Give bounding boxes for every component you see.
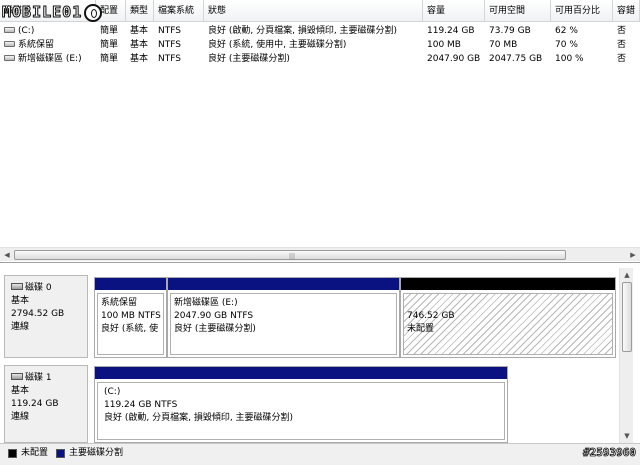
partition-c-drive[interactable]: (C:) 119.24 GB NTFS 良好 (啟動, 分頁檔案, 損毀傾印, … <box>94 366 508 443</box>
grip-icon: ||| <box>289 253 296 260</box>
partition-name: (C:) <box>104 387 121 397</box>
volume-fault-tolerance: 否 <box>617 40 627 50</box>
disk-state: 連線 <box>11 412 30 422</box>
volume-fault-tolerance: 否 <box>617 54 627 64</box>
volume-free-percent: 62 % <box>555 26 578 36</box>
partition-name: 系統保留 <box>101 298 138 308</box>
partition-system-reserved[interactable]: 系統保留 100 MB NTFS 良好 (系統, 使 <box>94 277 167 358</box>
disk-icon <box>11 373 23 380</box>
vertical-scroll-thumb[interactable] <box>622 282 632 352</box>
partition-type-bar <box>95 278 166 290</box>
partition-status: 未配置 <box>407 324 435 334</box>
partition-size: 746.52 GB <box>407 311 455 321</box>
horizontal-scrollbar[interactable]: ◀ ||| ▶ <box>0 247 640 261</box>
column-header-fault-tolerance[interactable]: 容錯 <box>613 0 640 22</box>
volume-free-percent: 100 % <box>555 54 584 64</box>
disk-kind: 基本 <box>11 296 30 306</box>
volume-name: 系統保留 <box>18 40 55 50</box>
volume-filesystem: NTFS <box>158 26 181 36</box>
volume-capacity: 100 MB <box>427 40 461 50</box>
volume-list-pane: MOBILE01 磁碟區 配置 類型 檔案系統 狀態 容量 可用空間 可用百分比… <box>0 0 640 263</box>
disk-0-label[interactable]: 磁碟 0 基本 2794.52 GB 連線 <box>4 275 88 358</box>
disk-kind: 基本 <box>11 386 30 396</box>
legend-label-primary: 主要磁碟分割 <box>69 448 124 458</box>
volume-status: 良好 (啟動, 分頁檔案, 損毀傾印, 主要磁碟分割) <box>208 26 398 36</box>
volume-name: (C:) <box>18 26 35 36</box>
disk-name: 磁碟 1 <box>25 373 52 383</box>
partition-status: 良好 (啟動, 分頁檔案, 損毀傾印, 主要磁碟分割) <box>104 413 294 423</box>
volume-type: 基本 <box>130 40 149 50</box>
vertical-scrollbar[interactable]: ▲ ▼ <box>619 268 633 443</box>
partition-status: 良好 (主要磁碟分割) <box>174 324 256 334</box>
table-row[interactable]: (C:) 簡單 基本 NTFS 良好 (啟動, 分頁檔案, 損毀傾印, 主要磁碟… <box>0 24 640 38</box>
column-header-status[interactable]: 狀態 <box>204 0 423 22</box>
column-header-free-percent[interactable]: 可用百分比 <box>551 0 613 22</box>
partition-new-volume-e[interactable]: 新增磁碟區 (E:) 2047.90 GB NTFS 良好 (主要磁碟分割) <box>167 277 400 358</box>
horizontal-scroll-thumb[interactable]: ||| <box>14 250 566 260</box>
disk-1-label[interactable]: 磁碟 1 基本 119.24 GB 連線 <box>4 365 88 443</box>
volume-layout: 簡單 <box>100 54 119 64</box>
table-row[interactable]: 系統保留 簡單 基本 NTFS 良好 (系統, 使用中, 主要磁碟分割) 100… <box>0 38 640 52</box>
volume-layout: 簡單 <box>100 40 119 50</box>
volume-free-space: 73.79 GB <box>489 26 531 36</box>
mobile01-logo-icon <box>84 3 103 22</box>
legend-bar: 未配置 主要磁碟分割 #2593960 <box>0 443 640 465</box>
volume-status: 良好 (主要磁碟分割) <box>208 54 290 64</box>
column-header-free-space[interactable]: 可用空間 <box>485 0 551 22</box>
partition-type-bar <box>95 367 507 379</box>
scroll-right-arrow-icon[interactable]: ▶ <box>626 248 640 262</box>
partition-status: 良好 (系統, 使 <box>101 324 159 334</box>
disk-size: 119.24 GB <box>11 399 59 409</box>
column-header-capacity[interactable]: 容量 <box>423 0 485 22</box>
drive-icon <box>4 54 15 61</box>
volume-layout: 簡單 <box>100 26 119 36</box>
scroll-up-arrow-icon[interactable]: ▲ <box>620 268 634 282</box>
partition-type-bar <box>401 278 615 290</box>
scroll-left-arrow-icon[interactable]: ◀ <box>0 248 14 262</box>
disk-map-pane: 磁碟 0 基本 2794.52 GB 連線 系統保留 100 MB NTFS 良… <box>0 265 640 443</box>
watermark-stamp: #2593960 <box>583 446 637 460</box>
disk-name: 磁碟 0 <box>25 283 52 293</box>
scroll-down-arrow-icon[interactable]: ▼ <box>620 429 634 443</box>
table-row[interactable]: 新增磁碟區 (E:) 簡單 基本 NTFS 良好 (主要磁碟分割) 2047.9… <box>0 52 640 66</box>
legend-swatch-primary <box>56 449 65 458</box>
volume-name: 新增磁碟區 (E:) <box>18 54 82 64</box>
disk-state: 連線 <box>11 322 30 332</box>
volume-free-percent: 70 % <box>555 40 578 50</box>
partition-type-bar <box>168 278 399 290</box>
volume-type: 基本 <box>130 26 149 36</box>
volume-fault-tolerance: 否 <box>617 26 627 36</box>
volume-type: 基本 <box>130 54 149 64</box>
legend-swatch-unallocated <box>8 449 17 458</box>
volume-capacity: 119.24 GB <box>427 26 475 36</box>
column-header-type[interactable]: 類型 <box>126 0 154 22</box>
disk-size: 2794.52 GB <box>11 309 65 319</box>
legend-label-unallocated: 未配置 <box>21 448 49 458</box>
partition-unallocated[interactable]: 746.52 GB 未配置 <box>400 277 616 358</box>
partition-size: 119.24 GB NTFS <box>104 400 178 410</box>
watermark-logo: MOBILE01 <box>1 3 103 22</box>
disk-icon <box>11 283 23 290</box>
partition-size: 100 MB NTFS <box>101 311 161 321</box>
partition-size: 2047.90 GB NTFS <box>174 311 254 321</box>
volume-filesystem: NTFS <box>158 40 181 50</box>
partition-name: 新增磁碟區 (E:) <box>174 298 238 308</box>
drive-icon <box>4 26 15 33</box>
volume-free-space: 70 MB <box>489 40 518 50</box>
watermark-text: MOBILE01 <box>1 3 83 22</box>
volume-status: 良好 (系統, 使用中, 主要磁碟分割) <box>208 40 347 50</box>
volume-free-space: 2047.75 GB <box>489 54 543 64</box>
column-header-filesystem[interactable]: 檔案系統 <box>154 0 204 22</box>
volume-filesystem: NTFS <box>158 54 181 64</box>
drive-icon <box>4 40 15 47</box>
volume-capacity: 2047.90 GB <box>427 54 481 64</box>
